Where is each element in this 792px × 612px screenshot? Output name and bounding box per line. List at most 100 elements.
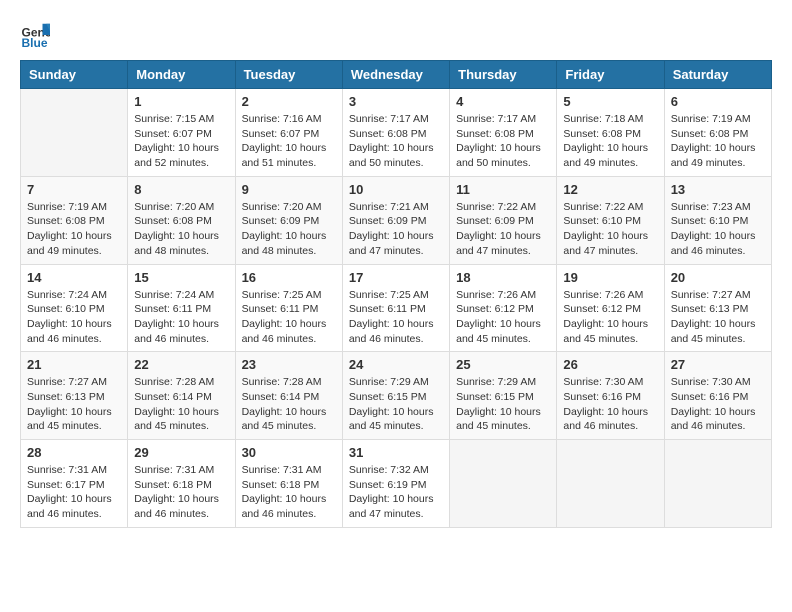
- sunset-text: Sunset: 6:11 PM: [349, 302, 443, 317]
- calendar-cell: 3 Sunrise: 7:17 AM Sunset: 6:08 PM Dayli…: [342, 89, 449, 177]
- sunset-text: Sunset: 6:10 PM: [671, 214, 765, 229]
- sunset-text: Sunset: 6:12 PM: [456, 302, 550, 317]
- day-number: 5: [563, 94, 657, 109]
- calendar-cell: 30 Sunrise: 7:31 AM Sunset: 6:18 PM Dayl…: [235, 440, 342, 528]
- sunset-text: Sunset: 6:08 PM: [671, 127, 765, 142]
- daylight-text: Daylight: 10 hours and 45 minutes.: [671, 317, 765, 346]
- day-number: 15: [134, 270, 228, 285]
- daylight-text: Daylight: 10 hours and 46 minutes.: [671, 405, 765, 434]
- sunset-text: Sunset: 6:14 PM: [242, 390, 336, 405]
- sunset-text: Sunset: 6:07 PM: [134, 127, 228, 142]
- sunset-text: Sunset: 6:10 PM: [563, 214, 657, 229]
- day-info: Sunrise: 7:31 AM Sunset: 6:17 PM Dayligh…: [27, 463, 121, 522]
- day-info: Sunrise: 7:24 AM Sunset: 6:10 PM Dayligh…: [27, 288, 121, 347]
- day-number: 28: [27, 445, 121, 460]
- weekday-header-wednesday: Wednesday: [342, 61, 449, 89]
- daylight-text: Daylight: 10 hours and 47 minutes.: [563, 229, 657, 258]
- day-number: 24: [349, 357, 443, 372]
- day-number: 4: [456, 94, 550, 109]
- sunset-text: Sunset: 6:17 PM: [27, 478, 121, 493]
- calendar-cell: 17 Sunrise: 7:25 AM Sunset: 6:11 PM Dayl…: [342, 264, 449, 352]
- daylight-text: Daylight: 10 hours and 46 minutes.: [242, 492, 336, 521]
- sunrise-text: Sunrise: 7:27 AM: [27, 375, 121, 390]
- sunrise-text: Sunrise: 7:22 AM: [563, 200, 657, 215]
- calendar-cell: 16 Sunrise: 7:25 AM Sunset: 6:11 PM Dayl…: [235, 264, 342, 352]
- calendar-cell: [450, 440, 557, 528]
- sunset-text: Sunset: 6:13 PM: [671, 302, 765, 317]
- sunrise-text: Sunrise: 7:20 AM: [134, 200, 228, 215]
- daylight-text: Daylight: 10 hours and 45 minutes.: [349, 405, 443, 434]
- calendar-cell: [21, 89, 128, 177]
- calendar-cell: 26 Sunrise: 7:30 AM Sunset: 6:16 PM Dayl…: [557, 352, 664, 440]
- day-info: Sunrise: 7:30 AM Sunset: 6:16 PM Dayligh…: [671, 375, 765, 434]
- calendar-cell: 29 Sunrise: 7:31 AM Sunset: 6:18 PM Dayl…: [128, 440, 235, 528]
- day-info: Sunrise: 7:28 AM Sunset: 6:14 PM Dayligh…: [242, 375, 336, 434]
- daylight-text: Daylight: 10 hours and 46 minutes.: [27, 317, 121, 346]
- calendar-cell: 2 Sunrise: 7:16 AM Sunset: 6:07 PM Dayli…: [235, 89, 342, 177]
- calendar-cell: [664, 440, 771, 528]
- day-info: Sunrise: 7:20 AM Sunset: 6:09 PM Dayligh…: [242, 200, 336, 259]
- day-number: 1: [134, 94, 228, 109]
- day-info: Sunrise: 7:31 AM Sunset: 6:18 PM Dayligh…: [134, 463, 228, 522]
- sunset-text: Sunset: 6:08 PM: [27, 214, 121, 229]
- calendar-cell: 23 Sunrise: 7:28 AM Sunset: 6:14 PM Dayl…: [235, 352, 342, 440]
- daylight-text: Daylight: 10 hours and 47 minutes.: [349, 229, 443, 258]
- daylight-text: Daylight: 10 hours and 45 minutes.: [242, 405, 336, 434]
- calendar-cell: 19 Sunrise: 7:26 AM Sunset: 6:12 PM Dayl…: [557, 264, 664, 352]
- logo: General Blue: [20, 20, 54, 50]
- day-number: 21: [27, 357, 121, 372]
- sunrise-text: Sunrise: 7:20 AM: [242, 200, 336, 215]
- week-row-2: 7 Sunrise: 7:19 AM Sunset: 6:08 PM Dayli…: [21, 176, 772, 264]
- sunset-text: Sunset: 6:10 PM: [27, 302, 121, 317]
- calendar-cell: 31 Sunrise: 7:32 AM Sunset: 6:19 PM Dayl…: [342, 440, 449, 528]
- sunrise-text: Sunrise: 7:16 AM: [242, 112, 336, 127]
- day-info: Sunrise: 7:28 AM Sunset: 6:14 PM Dayligh…: [134, 375, 228, 434]
- header: General Blue: [20, 20, 772, 50]
- sunrise-text: Sunrise: 7:29 AM: [349, 375, 443, 390]
- day-number: 17: [349, 270, 443, 285]
- day-info: Sunrise: 7:18 AM Sunset: 6:08 PM Dayligh…: [563, 112, 657, 171]
- calendar-cell: 13 Sunrise: 7:23 AM Sunset: 6:10 PM Dayl…: [664, 176, 771, 264]
- daylight-text: Daylight: 10 hours and 45 minutes.: [27, 405, 121, 434]
- daylight-text: Daylight: 10 hours and 48 minutes.: [242, 229, 336, 258]
- sunrise-text: Sunrise: 7:30 AM: [563, 375, 657, 390]
- calendar-cell: 9 Sunrise: 7:20 AM Sunset: 6:09 PM Dayli…: [235, 176, 342, 264]
- sunset-text: Sunset: 6:08 PM: [456, 127, 550, 142]
- sunrise-text: Sunrise: 7:22 AM: [456, 200, 550, 215]
- weekday-header-tuesday: Tuesday: [235, 61, 342, 89]
- sunset-text: Sunset: 6:14 PM: [134, 390, 228, 405]
- sunset-text: Sunset: 6:16 PM: [671, 390, 765, 405]
- calendar-cell: [557, 440, 664, 528]
- day-info: Sunrise: 7:21 AM Sunset: 6:09 PM Dayligh…: [349, 200, 443, 259]
- day-info: Sunrise: 7:25 AM Sunset: 6:11 PM Dayligh…: [242, 288, 336, 347]
- sunset-text: Sunset: 6:08 PM: [134, 214, 228, 229]
- calendar-cell: 27 Sunrise: 7:30 AM Sunset: 6:16 PM Dayl…: [664, 352, 771, 440]
- calendar-cell: 11 Sunrise: 7:22 AM Sunset: 6:09 PM Dayl…: [450, 176, 557, 264]
- calendar-cell: 28 Sunrise: 7:31 AM Sunset: 6:17 PM Dayl…: [21, 440, 128, 528]
- week-row-5: 28 Sunrise: 7:31 AM Sunset: 6:17 PM Dayl…: [21, 440, 772, 528]
- day-info: Sunrise: 7:17 AM Sunset: 6:08 PM Dayligh…: [456, 112, 550, 171]
- daylight-text: Daylight: 10 hours and 45 minutes.: [134, 405, 228, 434]
- day-number: 22: [134, 357, 228, 372]
- weekday-header-monday: Monday: [128, 61, 235, 89]
- sunrise-text: Sunrise: 7:24 AM: [134, 288, 228, 303]
- sunrise-text: Sunrise: 7:19 AM: [671, 112, 765, 127]
- day-number: 16: [242, 270, 336, 285]
- sunrise-text: Sunrise: 7:21 AM: [349, 200, 443, 215]
- calendar-cell: 5 Sunrise: 7:18 AM Sunset: 6:08 PM Dayli…: [557, 89, 664, 177]
- daylight-text: Daylight: 10 hours and 45 minutes.: [456, 405, 550, 434]
- calendar-cell: 10 Sunrise: 7:21 AM Sunset: 6:09 PM Dayl…: [342, 176, 449, 264]
- day-info: Sunrise: 7:31 AM Sunset: 6:18 PM Dayligh…: [242, 463, 336, 522]
- sunset-text: Sunset: 6:18 PM: [242, 478, 336, 493]
- day-info: Sunrise: 7:27 AM Sunset: 6:13 PM Dayligh…: [671, 288, 765, 347]
- daylight-text: Daylight: 10 hours and 48 minutes.: [134, 229, 228, 258]
- sunset-text: Sunset: 6:12 PM: [563, 302, 657, 317]
- day-number: 7: [27, 182, 121, 197]
- day-number: 25: [456, 357, 550, 372]
- sunrise-text: Sunrise: 7:29 AM: [456, 375, 550, 390]
- day-number: 6: [671, 94, 765, 109]
- day-number: 23: [242, 357, 336, 372]
- calendar-cell: 20 Sunrise: 7:27 AM Sunset: 6:13 PM Dayl…: [664, 264, 771, 352]
- sunrise-text: Sunrise: 7:26 AM: [563, 288, 657, 303]
- sunrise-text: Sunrise: 7:24 AM: [27, 288, 121, 303]
